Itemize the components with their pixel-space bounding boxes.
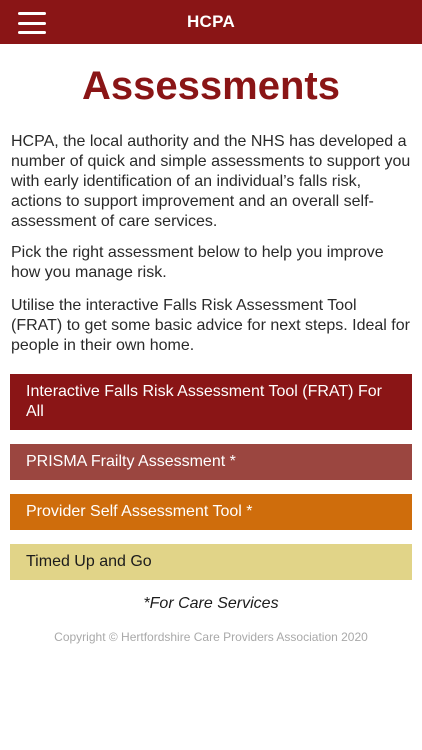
top-app-bar: HCPA <box>0 0 422 44</box>
hamburger-menu-icon[interactable] <box>18 12 46 34</box>
frat-paragraph: Utilise the interactive Falls Risk Asses… <box>11 297 410 354</box>
app-title: HCPA <box>186 12 236 31</box>
page-title: Assessments <box>82 64 340 108</box>
care-services-note: *For Care Services <box>143 595 279 612</box>
frat-assessment-button[interactable]: Interactive Falls Risk Assessment Tool (… <box>10 374 412 430</box>
prisma-frailty-button[interactable]: PRISMA Frailty Assessment * <box>10 444 412 480</box>
intro-paragraph: HCPA, the local authority and the NHS ha… <box>11 133 411 230</box>
timed-up-and-go-button[interactable]: Timed Up and Go <box>10 544 412 580</box>
guidance-paragraph: Pick the right assessment below to help … <box>11 244 384 281</box>
copyright-text: Copyright © Hertfordshire Care Providers… <box>54 630 368 644</box>
provider-self-assessment-button[interactable]: Provider Self Assessment Tool * <box>10 494 412 530</box>
